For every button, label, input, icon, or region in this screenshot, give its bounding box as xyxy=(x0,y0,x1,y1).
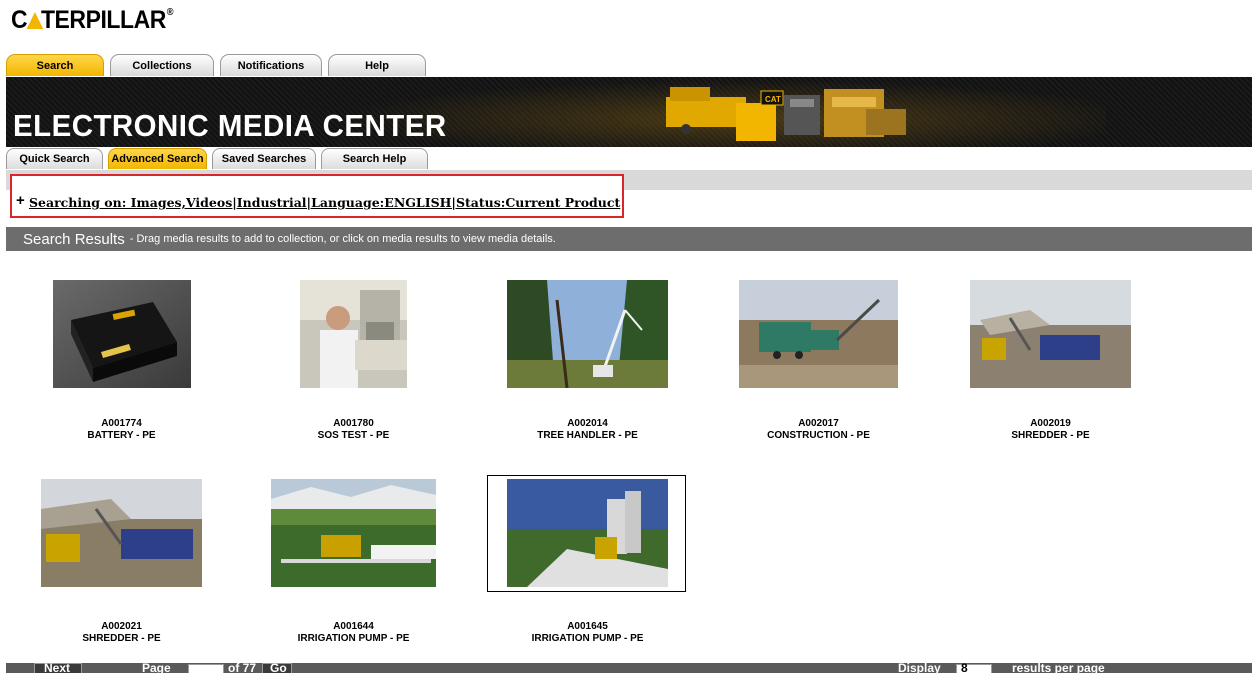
page-label: Page xyxy=(142,663,171,673)
expand-criteria-icon[interactable]: + xyxy=(16,192,25,209)
tab-search-label: Search xyxy=(36,59,74,72)
cat-equipment-image: CAT xyxy=(666,87,906,141)
result-code: A001774 xyxy=(101,418,142,429)
subtab-quick-search[interactable]: Quick Search xyxy=(6,148,103,169)
page-input[interactable] xyxy=(188,664,224,673)
result-thumbnail-field[interactable] xyxy=(271,479,436,587)
tab-notifications[interactable]: Notifications xyxy=(220,54,322,76)
results-hint: - Drag media results to add to collectio… xyxy=(129,233,556,245)
results-title: Search Results xyxy=(23,230,125,248)
result-item[interactable]: A001774 BATTERY - PE xyxy=(9,280,234,442)
tab-notifications-label: Notifications xyxy=(237,59,305,72)
next-label: Next xyxy=(44,663,71,673)
result-code: A002019 xyxy=(1030,418,1071,429)
tab-help-label: Help xyxy=(365,59,389,72)
result-name: TREE HANDLER - PE xyxy=(537,430,638,441)
result-name: SHREDDER - PE xyxy=(1011,430,1090,441)
result-name: CONSTRUCTION - PE xyxy=(767,430,870,441)
result-name: SOS TEST - PE xyxy=(317,430,390,441)
logo-prefix: C xyxy=(11,6,28,34)
result-item[interactable]: A002021 SHREDDER - PE xyxy=(9,479,234,645)
tab-help[interactable]: Help xyxy=(328,54,426,76)
subtab-advanced-search-label: Advanced Search xyxy=(111,153,204,165)
result-item[interactable]: A002017 CONSTRUCTION - PE xyxy=(706,280,931,442)
result-code: A002017 xyxy=(798,418,839,429)
result-name: SHREDDER - PE xyxy=(82,633,161,644)
results-header: Search Results - Drag media results to a… xyxy=(6,227,1252,251)
subtab-saved-searches[interactable]: Saved Searches xyxy=(212,148,316,169)
logo-triangle-icon xyxy=(26,12,43,29)
result-item[interactable]: A001644 IRRIGATION PUMP - PE xyxy=(241,479,466,645)
tab-collections[interactable]: Collections xyxy=(110,54,214,76)
pagination-bar: Next Page of 77 Go Display 8 results per… xyxy=(6,663,1252,673)
header-banner: CAT ELECTRONIC MEDIA CENTER xyxy=(6,77,1252,147)
per-page-suffix: results per page xyxy=(1012,663,1105,673)
result-code: A001780 xyxy=(333,418,374,429)
page-total: of 77 xyxy=(228,663,257,673)
result-name: IRRIGATION PUMP - PE xyxy=(531,633,644,644)
result-name: IRRIGATION PUMP - PE xyxy=(297,633,410,644)
result-name: BATTERY - PE xyxy=(87,430,156,441)
search-subtabs: Quick Search Advanced Search Saved Searc… xyxy=(6,147,1252,170)
result-code: A002021 xyxy=(101,621,142,632)
subtab-search-help[interactable]: Search Help xyxy=(321,148,428,169)
result-item[interactable]: A001780 SOS TEST - PE xyxy=(241,280,466,442)
search-criteria-link[interactable]: Searching on: Images,Videos|Industrial|L… xyxy=(29,195,620,210)
go-label: Go xyxy=(270,663,287,673)
main-tabs: Search Collections Notifications Help xyxy=(6,54,426,77)
registered-mark: ® xyxy=(166,6,174,18)
banner-title: ELECTRONIC MEDIA CENTER xyxy=(13,108,447,143)
caterpillar-logo[interactable]: C TERPILLAR® xyxy=(11,6,174,35)
tab-search[interactable]: Search xyxy=(6,54,104,76)
result-thumbnail-shredder2[interactable] xyxy=(41,479,202,587)
result-thumbnail-forest[interactable] xyxy=(507,280,668,388)
result-code: A001645 xyxy=(567,621,608,632)
result-thumbnail-site[interactable] xyxy=(739,280,898,388)
subtab-quick-search-label: Quick Search xyxy=(19,153,90,165)
result-code: A002014 xyxy=(567,418,608,429)
subtab-search-help-label: Search Help xyxy=(342,153,407,165)
result-code: A001644 xyxy=(333,621,374,632)
result-thumbnail-shredder[interactable] xyxy=(970,280,1131,388)
selected-result-outline xyxy=(487,475,686,592)
tab-collections-label: Collections xyxy=(132,59,192,72)
result-item[interactable]: A002019 SHREDDER - PE xyxy=(938,280,1163,442)
result-thumbnail-battery[interactable] xyxy=(52,280,191,388)
display-label: Display xyxy=(898,663,941,673)
search-criteria-box: + Searching on: Images,Videos|Industrial… xyxy=(10,174,624,218)
svg-text:CAT: CAT xyxy=(765,95,781,104)
logo-suffix: TERPILLAR xyxy=(40,6,166,34)
subtab-saved-searches-label: Saved Searches xyxy=(221,153,307,165)
result-thumbnail-lab[interactable] xyxy=(300,280,407,388)
subtab-advanced-search[interactable]: Advanced Search xyxy=(108,148,207,169)
result-item[interactable]: A002014 TREE HANDLER - PE xyxy=(475,280,700,442)
per-page-value: 8 xyxy=(961,663,968,673)
